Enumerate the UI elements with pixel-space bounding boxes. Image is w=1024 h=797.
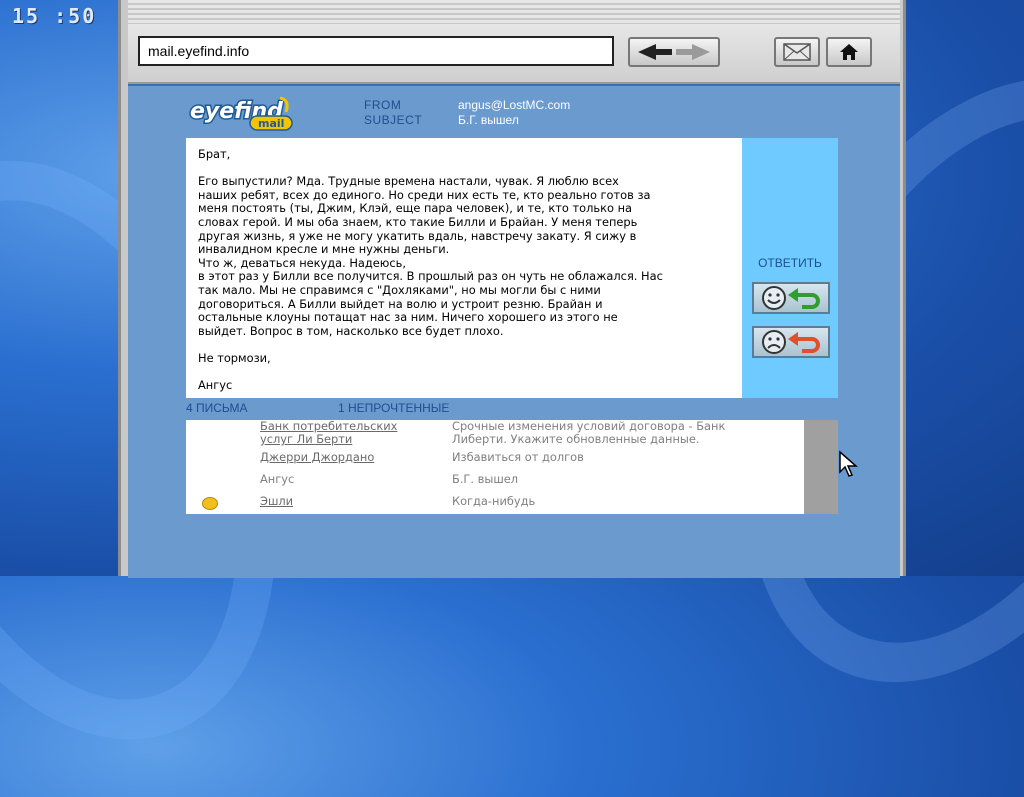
list-item[interactable]: Ангус Б.Г. вышел (186, 473, 804, 489)
from-value: angus@LostMC.com (458, 98, 571, 112)
address-bar[interactable]: mail.eyefind.info (138, 36, 614, 66)
inbox-count: 4 ПИСЬМА (186, 401, 248, 415)
back-forward-button[interactable] (628, 37, 720, 67)
mail-list-scrollbar[interactable] (804, 420, 838, 514)
clock: 15 :50 (12, 4, 97, 28)
list-item-sender[interactable]: Джерри Джордано (260, 451, 430, 464)
subject-label: SUBJECT (364, 113, 423, 127)
list-item-sender[interactable]: Ангус (260, 473, 430, 486)
mouse-cursor-icon (839, 450, 858, 477)
unread-count: 1 НЕПРОЧТЕННЫЕ (338, 401, 450, 415)
mail-window: eyefind mail FROM angus@LostMC.com SUBJE… (128, 84, 900, 578)
subject-value: Б.Г. вышел (458, 113, 519, 127)
list-item[interactable]: Джерри Джордано Избавиться от долгов (186, 451, 804, 467)
home-button[interactable] (826, 37, 872, 67)
list-item-subject: Б.Г. вышел (452, 472, 519, 486)
list-item-subject: Избавиться от долгов (452, 450, 584, 464)
sad-face-reply-icon (762, 330, 820, 354)
top-bar-rails (128, 0, 900, 24)
svg-text:mail: mail (258, 117, 284, 130)
envelope-icon (783, 43, 811, 61)
message-greeting: Брат, (198, 147, 231, 161)
list-item[interactable]: Банк потребительских услуг Ли Берти Сроч… (186, 420, 804, 448)
list-item-sender[interactable]: Банк потребительских услуг Ли Берти (260, 420, 430, 446)
back-forward-arrows-icon (638, 44, 710, 60)
message-closing: Не тормози, (198, 350, 271, 365)
list-item-sender[interactable]: Эшли (260, 495, 430, 508)
eyefind-mail-logo: eyefind mail (188, 94, 306, 132)
happy-face-reply-icon (762, 286, 820, 310)
message-paragraph: Его выпустили? Мда. Трудные времена наст… (198, 174, 663, 338)
list-item[interactable]: Эшли Когда-нибудь (186, 495, 804, 511)
list-item-subject: Срочные изменения условий договора - Бан… (452, 420, 726, 446)
mail-button[interactable] (774, 37, 820, 67)
browser-top-bar: mail.eyefind.info (128, 0, 900, 84)
unread-indicator-icon (202, 497, 218, 510)
reply-positive-button[interactable] (752, 282, 830, 314)
from-label: FROM (364, 98, 402, 112)
list-item-subject: Когда-нибудь (452, 494, 536, 508)
mail-list: Банк потребительских услуг Ли Берти Сроч… (186, 420, 804, 514)
message-signature: Ангус (198, 378, 233, 393)
home-icon (840, 44, 858, 60)
reply-negative-button[interactable] (752, 326, 830, 358)
reply-panel: ОТВЕТИТЬ (742, 138, 838, 398)
reply-label: ОТВЕТИТЬ (758, 256, 822, 270)
message-body: Брат, Его выпустили? Мда. Трудные времен… (186, 138, 742, 398)
